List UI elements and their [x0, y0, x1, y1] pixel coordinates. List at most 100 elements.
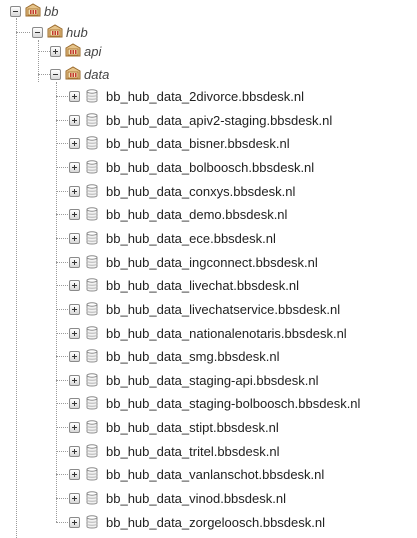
tree-connector: [56, 380, 70, 381]
tree-node-bb[interactable]: bb: [10, 0, 58, 22]
database-node[interactable]: bb_hub_data_nationalenotaris.bbsdesk.nl: [69, 322, 347, 344]
database-node[interactable]: bb_hub_data_2divorce.bbsdesk.nl: [69, 85, 304, 107]
database-icon: [84, 206, 100, 222]
database-node[interactable]: bb_hub_data_zorgeloosch.bbsdesk.nl: [69, 511, 325, 533]
node-label: bb: [44, 3, 59, 19]
tree-connector: [56, 143, 70, 144]
tree-node-data[interactable]: data: [50, 63, 109, 85]
database-node[interactable]: bb_hub_data_smg.bbsdesk.nl: [69, 345, 279, 367]
expand-toggle[interactable]: [69, 256, 80, 268]
collapse-toggle[interactable]: [10, 5, 21, 17]
expand-toggle[interactable]: [69, 114, 80, 126]
tree-node-api[interactable]: api: [50, 40, 101, 62]
database-label: bb_hub_data_smg.bbsdesk.nl: [106, 348, 280, 364]
collapse-toggle[interactable]: [32, 26, 43, 38]
database-node[interactable]: bb_hub_data_conxys.bbsdesk.nl: [69, 180, 295, 202]
database-label: bb_hub_data_zorgeloosch.bbsdesk.nl: [106, 514, 326, 530]
database-label: bb_hub_data_bisner.bbsdesk.nl: [106, 135, 290, 151]
database-icon: [84, 325, 100, 341]
expand-toggle[interactable]: [69, 397, 80, 409]
database-node[interactable]: bb_hub_data_stipt.bbsdesk.nl: [69, 416, 279, 438]
expand-toggle[interactable]: [69, 350, 80, 362]
tree-connector: [56, 474, 70, 475]
expand-toggle[interactable]: [69, 516, 80, 528]
database-node[interactable]: bb_hub_data_tritel.bbsdesk.nl: [69, 440, 279, 462]
database-label: bb_hub_data_vanlanschot.bbsdesk.nl: [106, 466, 325, 482]
database-node[interactable]: bb_hub_data_bisner.bbsdesk.nl: [69, 132, 290, 154]
tree-connector: [56, 451, 70, 452]
group-folder-icon: [65, 66, 81, 82]
database-node[interactable]: bb_hub_data_apiv2-staging.bbsdesk.nl: [69, 109, 332, 131]
tree-connector: [56, 403, 70, 404]
expand-toggle[interactable]: [69, 279, 80, 291]
database-node[interactable]: bb_hub_data_ingconnect.bbsdesk.nl: [69, 251, 318, 273]
database-label: bb_hub_data_demo.bbsdesk.nl: [106, 206, 288, 222]
tree-connector: [56, 120, 70, 121]
group-folder-icon: [25, 3, 41, 19]
expand-toggle[interactable]: [69, 421, 80, 433]
group-folder-icon: [65, 43, 81, 59]
database-icon: [84, 372, 100, 388]
expand-toggle[interactable]: [69, 445, 80, 457]
database-node[interactable]: bb_hub_data_ece.bbsdesk.nl: [69, 227, 276, 249]
tree-connector: [56, 167, 70, 168]
database-label: bb_hub_data_tritel.bbsdesk.nl: [106, 443, 280, 459]
tree-connector: [56, 333, 70, 334]
database-label: bb_hub_data_conxys.bbsdesk.nl: [106, 183, 296, 199]
database-icon: [84, 514, 100, 530]
database-label: bb_hub_data_ingconnect.bbsdesk.nl: [106, 254, 318, 270]
database-icon: [84, 443, 100, 459]
tree-connector: [56, 285, 70, 286]
tree-connector: [56, 214, 70, 215]
database-label: bb_hub_data_ece.bbsdesk.nl: [106, 230, 276, 246]
database-node[interactable]: bb_hub_data_demo.bbsdesk.nl: [69, 203, 287, 225]
expand-toggle[interactable]: [69, 327, 80, 339]
expand-toggle[interactable]: [69, 185, 80, 197]
expand-toggle[interactable]: [69, 208, 80, 220]
database-node[interactable]: bb_hub_data_bolboosch.bbsdesk.nl: [69, 156, 314, 178]
database-icon: [84, 395, 100, 411]
expand-toggle[interactable]: [69, 232, 80, 244]
database-label: bb_hub_data_stipt.bbsdesk.nl: [106, 419, 279, 435]
expand-toggle[interactable]: [69, 468, 80, 480]
database-icon: [84, 466, 100, 482]
tree-connector: [56, 498, 70, 499]
database-icon: [84, 183, 100, 199]
database-label: bb_hub_data_livechat.bbsdesk.nl: [106, 277, 299, 293]
database-node[interactable]: bb_hub_data_staging-api.bbsdesk.nl: [69, 369, 319, 391]
expand-toggle[interactable]: [69, 303, 80, 315]
database-icon: [84, 112, 100, 128]
node-label: data: [84, 66, 110, 82]
database-label: bb_hub_data_staging-bolboosch.bbsdesk.nl: [106, 395, 361, 411]
database-label: bb_hub_data_staging-api.bbsdesk.nl: [106, 372, 319, 388]
database-label: bb_hub_data_2divorce.bbsdesk.nl: [106, 88, 305, 104]
database-icon: [84, 301, 100, 317]
tree-connector: [56, 238, 70, 239]
database-label: bb_hub_data_bolboosch.bbsdesk.nl: [106, 159, 315, 175]
database-node[interactable]: bb_hub_data_livechatservice.bbsdesk.nl: [69, 298, 340, 320]
tree-connector: [56, 522, 70, 523]
database-node[interactable]: bb_hub_data_vinod.bbsdesk.nl: [69, 487, 286, 509]
expand-toggle[interactable]: [69, 137, 80, 149]
expand-toggle[interactable]: [69, 90, 80, 102]
node-label: hub: [66, 24, 88, 40]
expand-toggle[interactable]: [50, 45, 61, 57]
database-icon: [84, 490, 100, 506]
tree-connector: [56, 191, 70, 192]
database-icon: [84, 277, 100, 293]
tree-connector: [56, 262, 70, 263]
database-node[interactable]: bb_hub_data_staging-bolboosch.bbsdesk.nl: [69, 392, 360, 414]
tree-connector: [56, 309, 70, 310]
database-icon: [84, 254, 100, 270]
database-node[interactable]: bb_hub_data_vanlanschot.bbsdesk.nl: [69, 463, 324, 485]
node-label: api: [84, 43, 102, 59]
expand-toggle[interactable]: [69, 492, 80, 504]
database-label: bb_hub_data_vinod.bbsdesk.nl: [106, 490, 286, 506]
expand-toggle[interactable]: [69, 374, 80, 386]
collapse-toggle[interactable]: [50, 68, 61, 80]
database-icon: [84, 348, 100, 364]
tree-connector: [56, 356, 70, 357]
expand-toggle[interactable]: [69, 161, 80, 173]
database-node[interactable]: bb_hub_data_livechat.bbsdesk.nl: [69, 274, 299, 296]
group-folder-icon: [47, 24, 63, 40]
